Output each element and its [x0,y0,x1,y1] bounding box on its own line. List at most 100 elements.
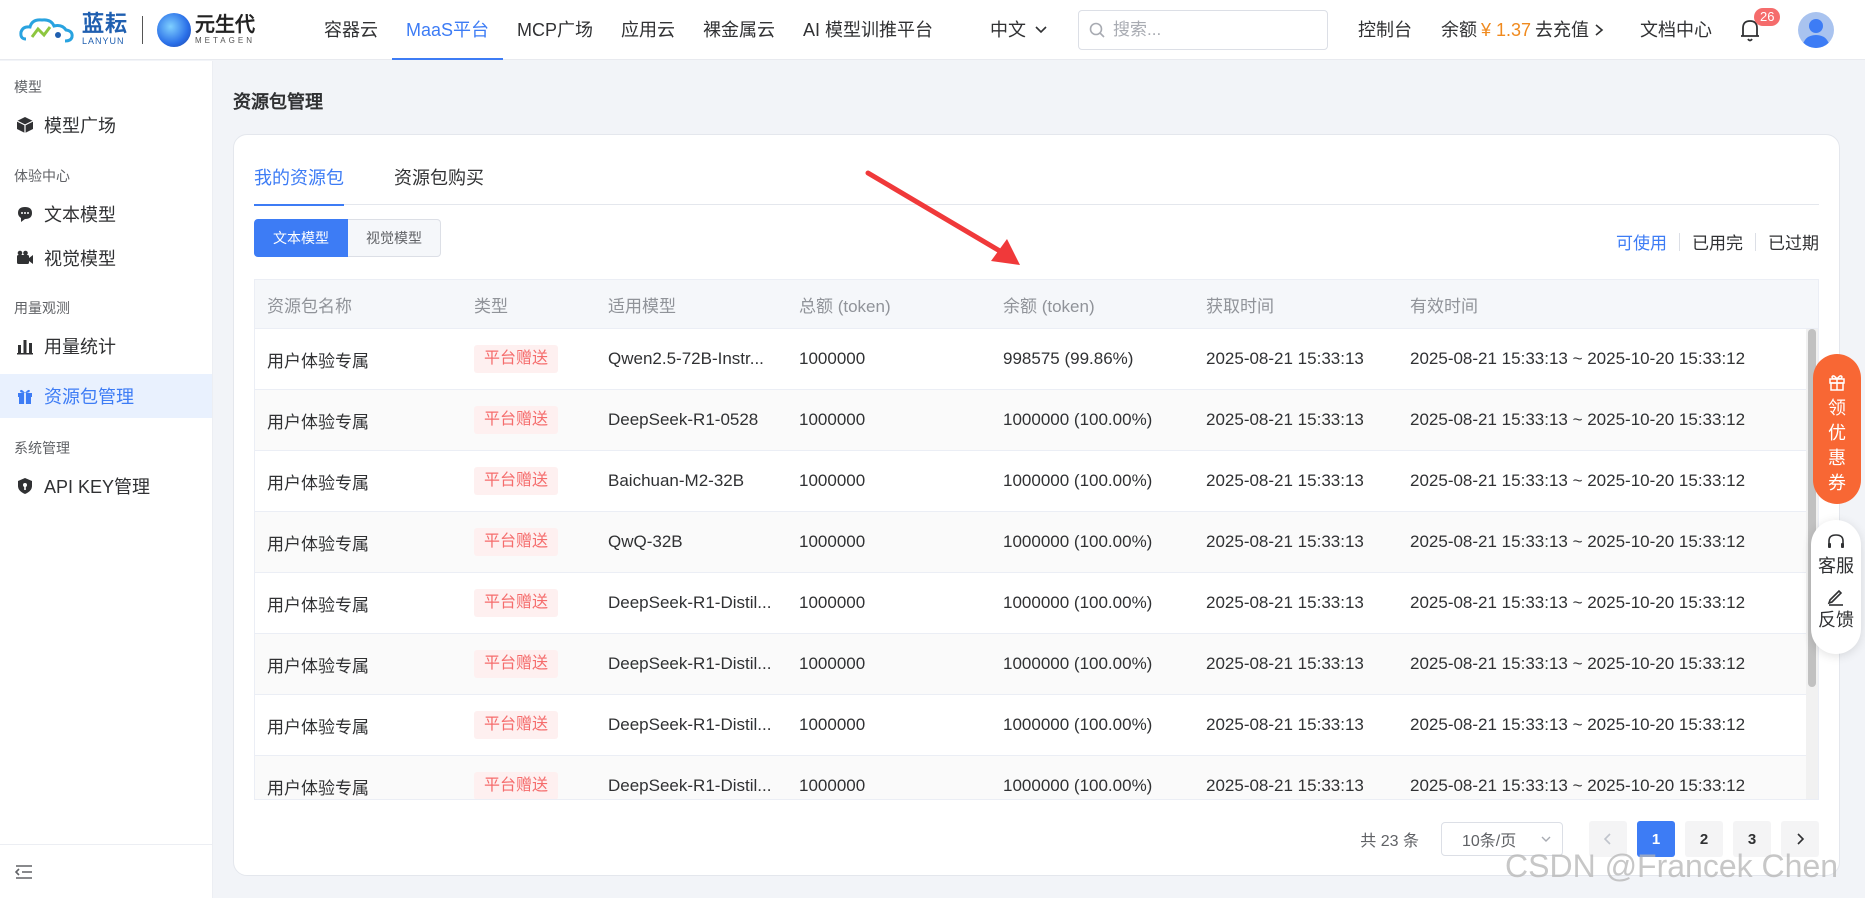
console-link[interactable]: 控制台 [1358,0,1412,60]
lanyun-brand-name: 蓝耘 [82,11,129,36]
lanyun-logo: 蓝耘 LANYUN [18,13,128,46]
cell-acquired: 2025-08-21 15:33:13 [1206,654,1364,673]
cell-name: 用户体验专属 [267,717,369,737]
balance-amount: ¥ 1.37 [1481,20,1532,40]
type-tag: 平台赠送 [474,528,559,556]
language-label: 中文 [990,20,1026,40]
cell-type: 平台赠送 [462,589,596,617]
cell-acquired: 2025-08-21 15:33:13 [1206,410,1364,429]
sidebar-item-usage-stats[interactable]: 用量统计 [0,324,212,368]
coupon-char: 惠 [1828,448,1846,468]
metagen-logo: 元生代 METAGEN [157,12,255,47]
sidebar-item-resource-package[interactable]: 资源包管理 [0,374,212,418]
cell-balance: 1000000 (100.00%) [1003,654,1153,673]
cell-balance: 998575 (99.86%) [1003,349,1134,368]
type-tag: 平台赠送 [474,711,559,739]
cell-total: 1000000 [799,410,866,429]
cell-total: 1000000 [799,349,866,368]
sidebar-item-api-key[interactable]: API KEY管理 [0,464,212,508]
type-tag: 平台赠送 [474,345,559,373]
feedback-label: 反馈 [1818,610,1854,630]
gift-icon [18,389,32,404]
table-body: 用户体验专属 平台赠送 Qwen2.5-72B-Instr... 1000000 998… [255,329,1818,799]
sidebar: 模型 模型广场 体验中心 文本模型 视觉模型 用量观测 用量统计 资源包管理 系… [0,61,213,898]
docs-center-link[interactable]: 文档中心 [1640,0,1712,60]
cell-total: 1000000 [799,715,866,734]
cell-name: 用户体验专属 [267,656,369,676]
headset-icon [1828,534,1844,548]
balance-label: 余额 [1441,20,1477,40]
cell-name: 用户体验专属 [267,778,369,798]
cell-acquired: 2025-08-21 15:33:13 [1206,776,1364,795]
chat-icon [18,207,32,222]
camera-icon [17,250,33,264]
user-avatar-icon [1802,19,1830,48]
cube-icon [16,117,34,133]
sidebar-item-vision-model[interactable]: 视觉模型 [0,236,212,280]
chevron-down-icon [1035,26,1047,34]
nav-item-maas[interactable]: MaaS平台 [392,0,504,60]
search-box[interactable] [1078,10,1328,50]
coupon-char: 优 [1828,423,1846,443]
tab-buy-packages[interactable]: 资源包购买 [394,165,484,205]
feedback-button[interactable]: 反馈 [1818,586,1854,632]
column-header-acquired: 获取时间 [1206,296,1274,316]
cell-model: QwQ-32B [608,532,683,551]
page-title: 资源包管理 [233,92,323,112]
filter-expired[interactable]: 已过期 [1756,229,1819,254]
cell-validity: 2025-08-21 15:33:13 ~ 2025-10-20 15:33:1… [1410,471,1746,490]
lanyun-brand-en: LANYUN [82,36,125,46]
balance-area[interactable]: 余额 ¥ 1.37 去充值 [1441,0,1605,60]
nav-item-mcp[interactable]: MCP广场 [503,0,607,60]
customer-service-button[interactable]: 客服 [1818,532,1854,578]
cell-total: 1000000 [799,654,866,673]
type-tag: 平台赠送 [474,467,559,495]
column-header-balance: 余额 (token) [1003,296,1095,316]
package-table: 资源包名称 类型 适用模型 总额 (token) 余额 (token) 获取时间… [254,279,1819,800]
nav-item-container-cloud[interactable]: 容器云 [310,0,392,60]
language-selector[interactable]: 中文 [990,0,1048,60]
metagen-globe-icon [157,12,192,47]
sidebar-item-model-square[interactable]: 模型广场 [0,103,212,147]
cell-type: 平台赠送 [462,345,596,373]
coupon-float-button[interactable]: 领 优 惠 券 [1813,354,1861,504]
sidebar-group-experience: 体验中心 [14,168,70,184]
recharge-link[interactable]: 去充值 [1535,0,1589,60]
sidebar-group-usage: 用量观测 [14,300,70,316]
cell-validity: 2025-08-21 15:33:13 ~ 2025-10-20 15:33:1… [1410,532,1746,551]
brand-logo[interactable]: 蓝耘 LANYUN 元生代 METAGEN [18,12,288,47]
collapse-menu-icon[interactable] [14,863,34,881]
cell-name: 用户体验专属 [267,595,369,615]
cell-acquired: 2025-08-21 15:33:13 [1206,715,1364,734]
cell-balance: 1000000 (100.00%) [1003,776,1153,795]
sidebar-group-model: 模型 [14,79,42,95]
sidebar-item-text-model[interactable]: 文本模型 [0,192,212,236]
cell-balance: 1000000 (100.00%) [1003,410,1153,429]
vision-model-button[interactable]: 视觉模型 [348,219,441,257]
gift-icon [1829,375,1845,391]
table-row: 用户体验专属 平台赠送 Qwen2.5-72B-Instr... 1000000 998… [255,329,1818,390]
filter-used-up[interactable]: 已用完 [1680,229,1755,254]
nav-item-app-cloud[interactable]: 应用云 [607,0,689,60]
sidebar-group-system: 系统管理 [14,440,70,456]
nav-item-bare-metal[interactable]: 裸金属云 [689,0,789,60]
shield-icon [18,478,32,494]
cell-acquired: 2025-08-21 15:33:13 [1206,593,1364,612]
cell-balance: 1000000 (100.00%) [1003,471,1153,490]
edit-icon [1827,589,1843,606]
sidebar-item-label: 资源包管理 [44,387,134,407]
chevron-right-icon [1595,24,1604,36]
cell-balance: 1000000 (100.00%) [1003,593,1153,612]
search-icon [1089,22,1105,38]
tab-my-packages[interactable]: 我的资源包 [254,165,344,206]
table-row: 用户体验专属 平台赠送 DeepSeek-R1-Distil... 1000000 10… [255,756,1818,799]
cell-name: 用户体验专属 [267,534,369,554]
filter-available[interactable]: 可使用 [1604,229,1679,254]
sidebar-item-label: 模型广场 [44,116,116,136]
text-model-button[interactable]: 文本模型 [254,219,348,257]
model-type-switch: 文本模型 视觉模型 [254,219,441,257]
chevron-left-icon [1603,833,1611,845]
avatar[interactable] [1798,12,1834,48]
search-input[interactable] [1113,20,1313,40]
nav-item-ai-training[interactable]: AI 模型训推平台 [789,0,947,60]
